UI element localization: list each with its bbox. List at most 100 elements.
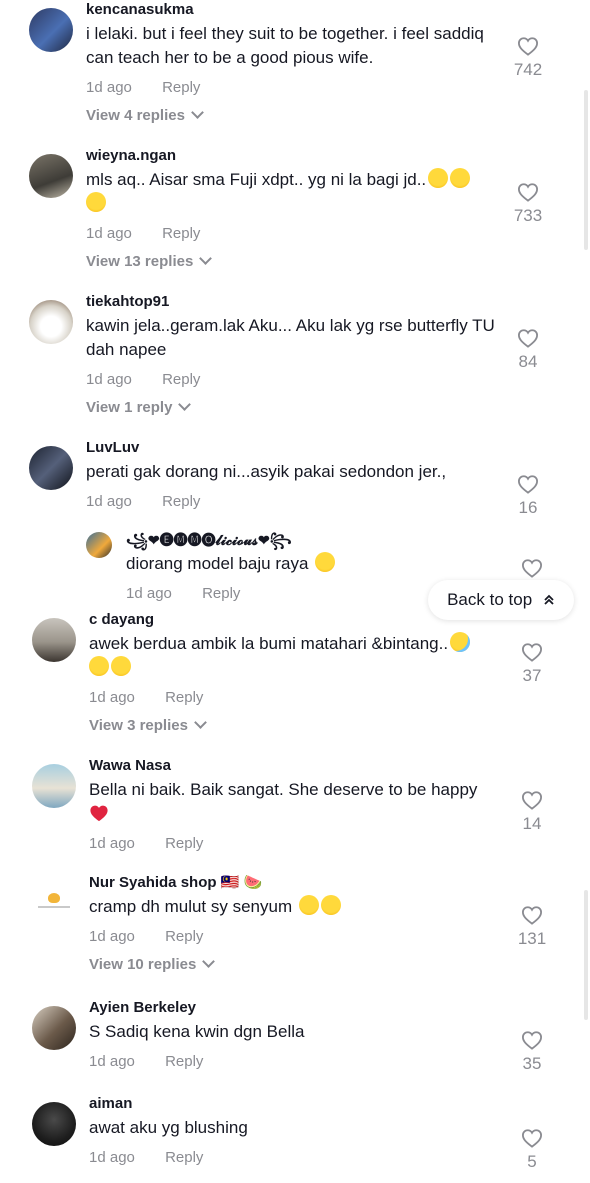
avatar[interactable]	[32, 618, 76, 662]
comment-text: i lelaki. but i feel they suit to be tog…	[86, 24, 484, 67]
comment-username[interactable]: Ayien Berkeley	[89, 998, 509, 1018]
comment-time: 1d ago	[89, 689, 135, 706]
comment-username[interactable]: Wawa Nasa	[89, 756, 509, 776]
comment-meta: 1d ago Reply	[86, 492, 506, 512]
reply-button[interactable]: Reply	[165, 1148, 203, 1168]
comment-text: awat aku yg blushing	[89, 1118, 248, 1137]
smile-emoji-icon	[89, 656, 109, 676]
view-replies-button[interactable]: View 1 reply	[86, 398, 506, 418]
reply-button[interactable]: Reply	[202, 584, 240, 604]
heart-icon	[521, 1129, 543, 1148]
reply-button[interactable]: Reply	[162, 492, 200, 512]
comment-body: c dayang awek berdua ambik la bumi matah…	[89, 610, 509, 736]
like-button[interactable]: 742	[508, 36, 548, 80]
avatar[interactable]	[29, 300, 73, 344]
comment-meta: 1d ago Reply	[89, 688, 509, 708]
comment-time: 1d ago	[86, 493, 132, 510]
like-count: 14	[522, 814, 542, 833]
comment-text: awek berdua ambik la bumi matahari &bint…	[89, 632, 509, 680]
view-replies-button[interactable]: View 4 replies	[86, 106, 506, 126]
rofl-emoji-icon	[86, 192, 106, 212]
smiling-hearts-emoji-icon	[111, 656, 131, 676]
comment-body: wieyna.ngan mls aq.. Aisar sma Fuji xdpt…	[86, 146, 506, 272]
avatar[interactable]	[32, 881, 76, 925]
avatar[interactable]	[29, 446, 73, 490]
like-button[interactable]: 37	[512, 642, 552, 686]
rofl-emoji-icon	[320, 895, 341, 915]
like-button[interactable]: 35	[512, 1030, 552, 1074]
chevron-down-icon	[199, 252, 213, 265]
scrollbar[interactable]	[584, 890, 588, 1020]
reply-button[interactable]: Reply	[165, 834, 203, 854]
view-replies-label: View 10 replies	[89, 956, 197, 973]
chevron-down-icon	[202, 955, 216, 968]
reply-button[interactable]: Reply	[162, 224, 200, 244]
like-button[interactable]: 84	[508, 328, 548, 372]
comment-text: cramp dh mulut sy senyum	[89, 895, 509, 919]
heart-icon	[521, 1031, 543, 1050]
like-button[interactable]: 5	[512, 1128, 552, 1172]
like-count: 84	[518, 352, 538, 371]
avatar[interactable]	[29, 154, 73, 198]
reply-button[interactable]: Reply	[165, 688, 203, 708]
view-replies-label: View 1 reply	[86, 399, 173, 416]
like-count: 742	[513, 60, 543, 79]
laughing-emoji-icon	[315, 552, 336, 572]
heart-icon	[517, 475, 539, 494]
comment-text: S Sadiq kena kwin dgn Bella	[89, 1022, 305, 1041]
comment-body: tiekahtop91 kawin jela..geram.lak Aku...…	[86, 292, 506, 418]
avatar[interactable]	[29, 8, 73, 52]
laughing-emoji-icon	[298, 895, 319, 915]
comment-username[interactable]: wieyna.ngan	[86, 146, 506, 166]
shop-logo-text	[38, 906, 70, 908]
view-replies-button[interactable]: View 13 replies	[86, 252, 506, 272]
comment-username[interactable]: c dayang	[89, 610, 509, 630]
reply-text-content: diorang model baju raya	[126, 554, 309, 573]
comment-text: kawin jela..geram.lak Aku... Aku lak yg …	[86, 316, 495, 359]
view-replies-button[interactable]: View 10 replies	[89, 955, 509, 975]
heart-icon	[521, 791, 543, 810]
comment-meta: 1d ago Reply	[86, 224, 506, 244]
comment-time: 1d ago	[86, 225, 132, 242]
comment-text: perati gak dorang ni...asyik pakai sedon…	[86, 462, 447, 481]
reply-button[interactable]: Reply	[162, 78, 200, 98]
reply-text: diorang model baju raya	[126, 552, 486, 576]
comment-text-content: cramp dh mulut sy senyum	[89, 897, 293, 916]
reply-username[interactable]: ꧁❤🅔🅜🅜🅞𝓵𝓲𝓬𝓲𝓸𝓾𝓼❤꧂	[126, 530, 486, 550]
chevron-down-icon	[178, 398, 192, 411]
reply-button[interactable]: Reply	[165, 927, 203, 947]
comment-username[interactable]: tiekahtop91	[86, 292, 506, 312]
comment-time: 1d ago	[89, 1149, 135, 1166]
comment-body: LuvLuv perati gak dorang ni...asyik paka…	[86, 438, 506, 512]
shop-logo-icon	[48, 893, 60, 903]
avatar[interactable]	[32, 1006, 76, 1050]
like-button[interactable]	[512, 558, 552, 578]
avatar[interactable]	[32, 764, 76, 808]
back-to-top-label: Back to top	[447, 590, 533, 609]
avatar[interactable]	[86, 532, 112, 558]
reply-button[interactable]: Reply	[162, 370, 200, 390]
scrollbar[interactable]	[584, 90, 588, 250]
like-button[interactable]: 14	[512, 790, 552, 834]
like-count: 37	[522, 666, 542, 685]
like-button[interactable]: 733	[508, 182, 548, 226]
like-button[interactable]: 131	[512, 905, 552, 949]
reply-button[interactable]: Reply	[165, 1052, 203, 1072]
avatar[interactable]	[32, 1102, 76, 1146]
comment-username[interactable]: Nur Syahida shop 🇲🇾 🍉	[89, 873, 509, 893]
comment-time: 1d ago	[86, 371, 132, 388]
comment-time: 1d ago	[89, 835, 135, 852]
comment-text: Bella ni baik. Baik sangat. She deserve …	[89, 778, 509, 826]
comment-text: mls aq.. Aisar sma Fuji xdpt.. yg ni la …	[86, 168, 506, 216]
like-count: 733	[513, 206, 543, 225]
comment-text-content: mls aq.. Aisar sma Fuji xdpt.. yg ni la …	[86, 170, 427, 189]
comment-username[interactable]: kencanasukma	[86, 0, 506, 20]
comment-meta: 1d ago Reply	[89, 1052, 509, 1072]
like-button[interactable]: 16	[508, 474, 548, 518]
comment-body: Wawa Nasa Bella ni baik. Baik sangat. Sh…	[89, 756, 509, 854]
reply-time: 1d ago	[126, 585, 172, 602]
comment-username[interactable]: aiman	[89, 1094, 509, 1114]
comment-body: Nur Syahida shop 🇲🇾 🍉 cramp dh mulut sy …	[89, 873, 509, 975]
view-replies-button[interactable]: View 3 replies	[89, 716, 509, 736]
comment-username[interactable]: LuvLuv	[86, 438, 506, 458]
